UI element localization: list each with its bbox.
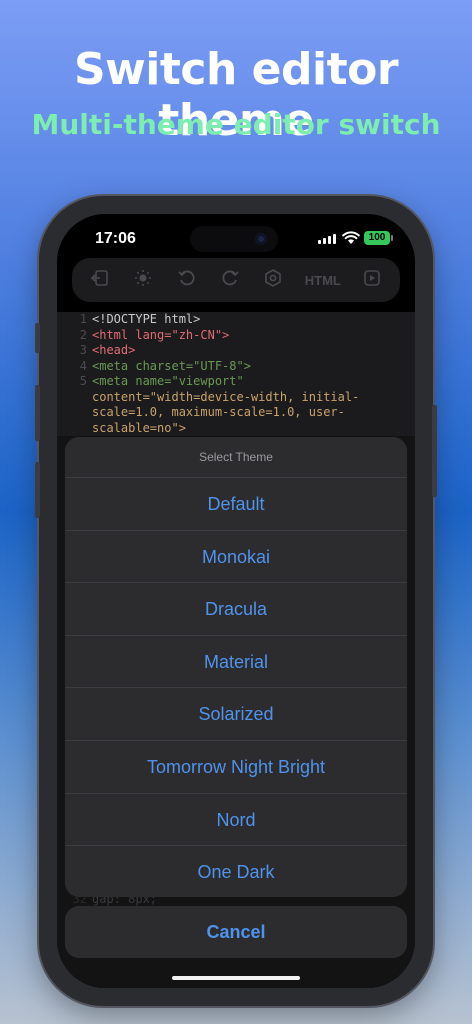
promo-subheadline: Multi-theme editor switch xyxy=(31,108,441,141)
theme-option-dracula[interactable]: Dracula xyxy=(65,583,407,636)
home-indicator[interactable] xyxy=(172,976,300,980)
html-mode-button[interactable]: HTML xyxy=(300,273,346,288)
code-line-wrapped: scalable=no"> xyxy=(57,421,415,437)
phone-screen: 17:06 100 HTML 1 <!DOCTYPE html> 2 <html… xyxy=(57,214,415,988)
code-text: content="width=device-width, initial- xyxy=(92,389,360,404)
editor-toolbar: HTML xyxy=(72,258,400,302)
code-text: <html lang="zh-CN"> xyxy=(92,327,230,342)
code-text: gap: 8px; xyxy=(92,897,158,906)
code-line: 2 <html lang="zh-CN"> xyxy=(57,328,415,344)
preview-icon[interactable] xyxy=(355,269,389,292)
code-line-peek: 32 gap: 8px; xyxy=(57,897,415,906)
line-number: 1 xyxy=(79,312,87,326)
code-line: 3 <head> xyxy=(57,343,415,359)
code-text: <!DOCTYPE html> xyxy=(92,312,201,326)
undo-icon[interactable] xyxy=(170,269,204,292)
line-number: 5 xyxy=(79,374,87,388)
theme-action-sheet: Select Theme Default Monokai Dracula Mat… xyxy=(65,437,407,897)
code-line: 5 <meta name="viewport" xyxy=(57,374,415,390)
code-line-wrapped: content="width=device-width, initial- xyxy=(57,390,415,406)
code-text: <meta charset="UTF-8"> xyxy=(92,358,251,373)
code-text: <head> xyxy=(92,343,136,357)
cancel-button[interactable]: Cancel xyxy=(65,906,407,958)
theme-option-material[interactable]: Material xyxy=(65,636,407,689)
camera-icon xyxy=(255,233,267,245)
theme-option-monokai[interactable]: Monokai xyxy=(65,531,407,584)
theme-option-solarized[interactable]: Solarized xyxy=(65,688,407,741)
status-time: 17:06 xyxy=(95,230,136,247)
code-line-wrapped: scale=1.0, maximum-scale=1.0, user- xyxy=(57,405,415,421)
theme-option-default[interactable]: Default xyxy=(65,478,407,531)
line-number: 2 xyxy=(79,327,87,342)
phone-side-button-left-2 xyxy=(35,385,40,441)
battery-tip xyxy=(391,235,393,241)
theme-option-nord[interactable]: Nord xyxy=(65,794,407,847)
code-text: scalable=no"> xyxy=(92,420,186,435)
wifi-icon xyxy=(342,231,360,244)
dynamic-island xyxy=(190,226,278,252)
code-line: 4 <meta charset="UTF-8"> xyxy=(57,359,415,375)
settings-icon[interactable] xyxy=(256,268,290,292)
code-text: scale=1.0, maximum-scale=1.0, user- xyxy=(92,405,345,419)
code-line: 1 <!DOCTYPE html> xyxy=(57,312,415,328)
theme-option-one-dark[interactable]: One Dark xyxy=(65,846,407,897)
redo-icon[interactable] xyxy=(213,269,247,292)
line-number: 32 xyxy=(72,897,87,906)
line-number: 4 xyxy=(79,358,87,373)
battery-icon: 100 xyxy=(364,231,390,245)
line-number: 3 xyxy=(79,343,87,357)
phone-side-button-left-1 xyxy=(35,323,40,353)
exit-icon[interactable] xyxy=(83,269,117,292)
code-text: <meta name="viewport" xyxy=(92,374,244,388)
phone-side-button-right xyxy=(432,405,437,497)
theme-option-tomorrow-night-bright[interactable]: Tomorrow Night Bright xyxy=(65,741,407,794)
phone-side-button-left-3 xyxy=(35,462,40,518)
sheet-title: Select Theme xyxy=(65,437,407,478)
sun-icon[interactable] xyxy=(126,269,160,292)
cellular-signal-icon xyxy=(318,234,336,244)
